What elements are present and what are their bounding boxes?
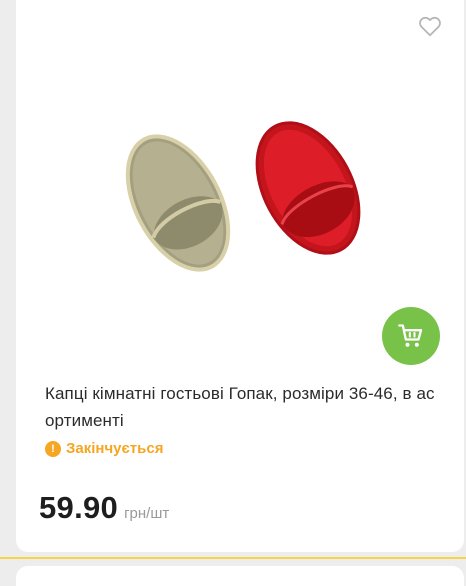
stock-status-label: Закінчується [66,440,164,457]
add-to-cart-button[interactable] [382,307,440,365]
add-to-favorites-button[interactable] [417,13,443,39]
price-unit: грн/шт [124,505,170,522]
exclamation-icon: ! [45,440,61,457]
price-block: 59.90 грн/шт [39,490,169,526]
heart-icon [419,16,441,37]
product-card[interactable]: Капці кімнатні гостьові Гопак, розміри 3… [16,0,464,552]
beige-slipper-image [125,134,231,272]
stock-status: ! Закінчується [45,440,163,457]
red-slipper-image [255,121,361,255]
next-product-card [16,566,464,586]
section-divider [0,557,466,559]
product-image[interactable] [108,118,378,272]
cart-icon [398,324,423,347]
price-value: 59.90 [39,490,119,525]
product-title[interactable]: Капці кімнатні гостьові Гопак, розміри 3… [45,380,435,434]
